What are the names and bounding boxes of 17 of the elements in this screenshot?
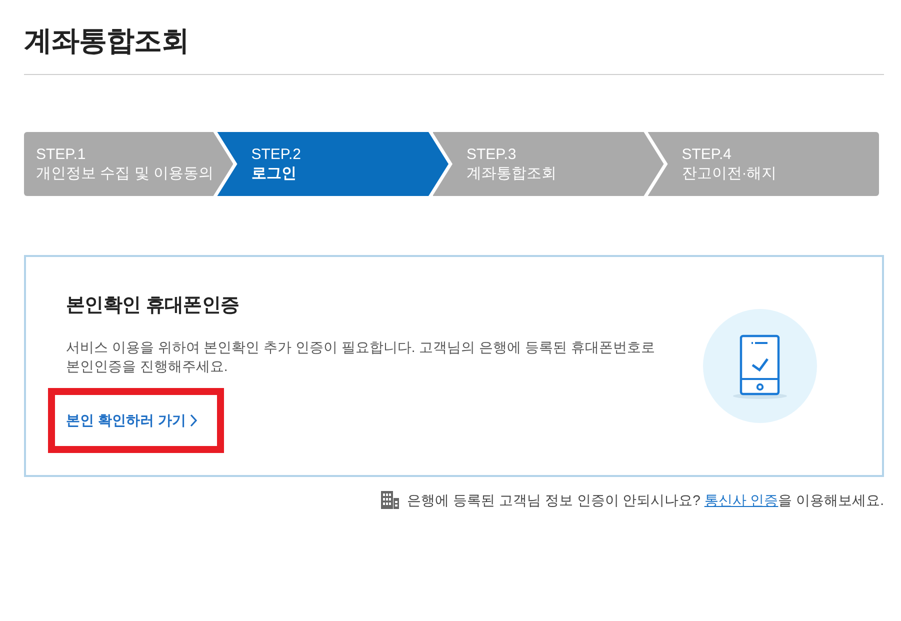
step-number: STEP.2: [251, 145, 302, 164]
step-number: STEP.3: [466, 145, 516, 164]
building-icon: [381, 491, 400, 509]
carrier-auth-note: 은행에 등록된 고객님 정보 인증이 안되시나요? 통신사 인증을 이용해보세요.: [407, 491, 884, 510]
verify-identity-link[interactable]: 본인 확인하러 가기: [66, 411, 197, 430]
page-title: 계좌통합조회: [24, 24, 189, 58]
step-label: 로그인: [251, 164, 296, 183]
card-heading: 본인확인 휴대폰인증: [66, 294, 240, 318]
step-number: STEP.4: [682, 145, 732, 164]
step-label: 잔고이전·해지: [682, 164, 777, 183]
card-description: 서비스 이용을 위하여 본인확인 추가 인증이 필요합니다. 고객님의 은행에 등록된 휴대폰번호로 본인인증을 진행해주세요.: [66, 338, 655, 376]
step-number: STEP.1: [36, 145, 86, 164]
step-label: 계좌통합조회: [466, 164, 556, 183]
carrier-auth-link[interactable]: 통신사 인증: [704, 492, 778, 508]
phone-check-icon: [703, 309, 817, 423]
chevron-right-icon: [190, 414, 197, 427]
step-label: 개인정보 수집 및 이용동의: [36, 164, 214, 183]
